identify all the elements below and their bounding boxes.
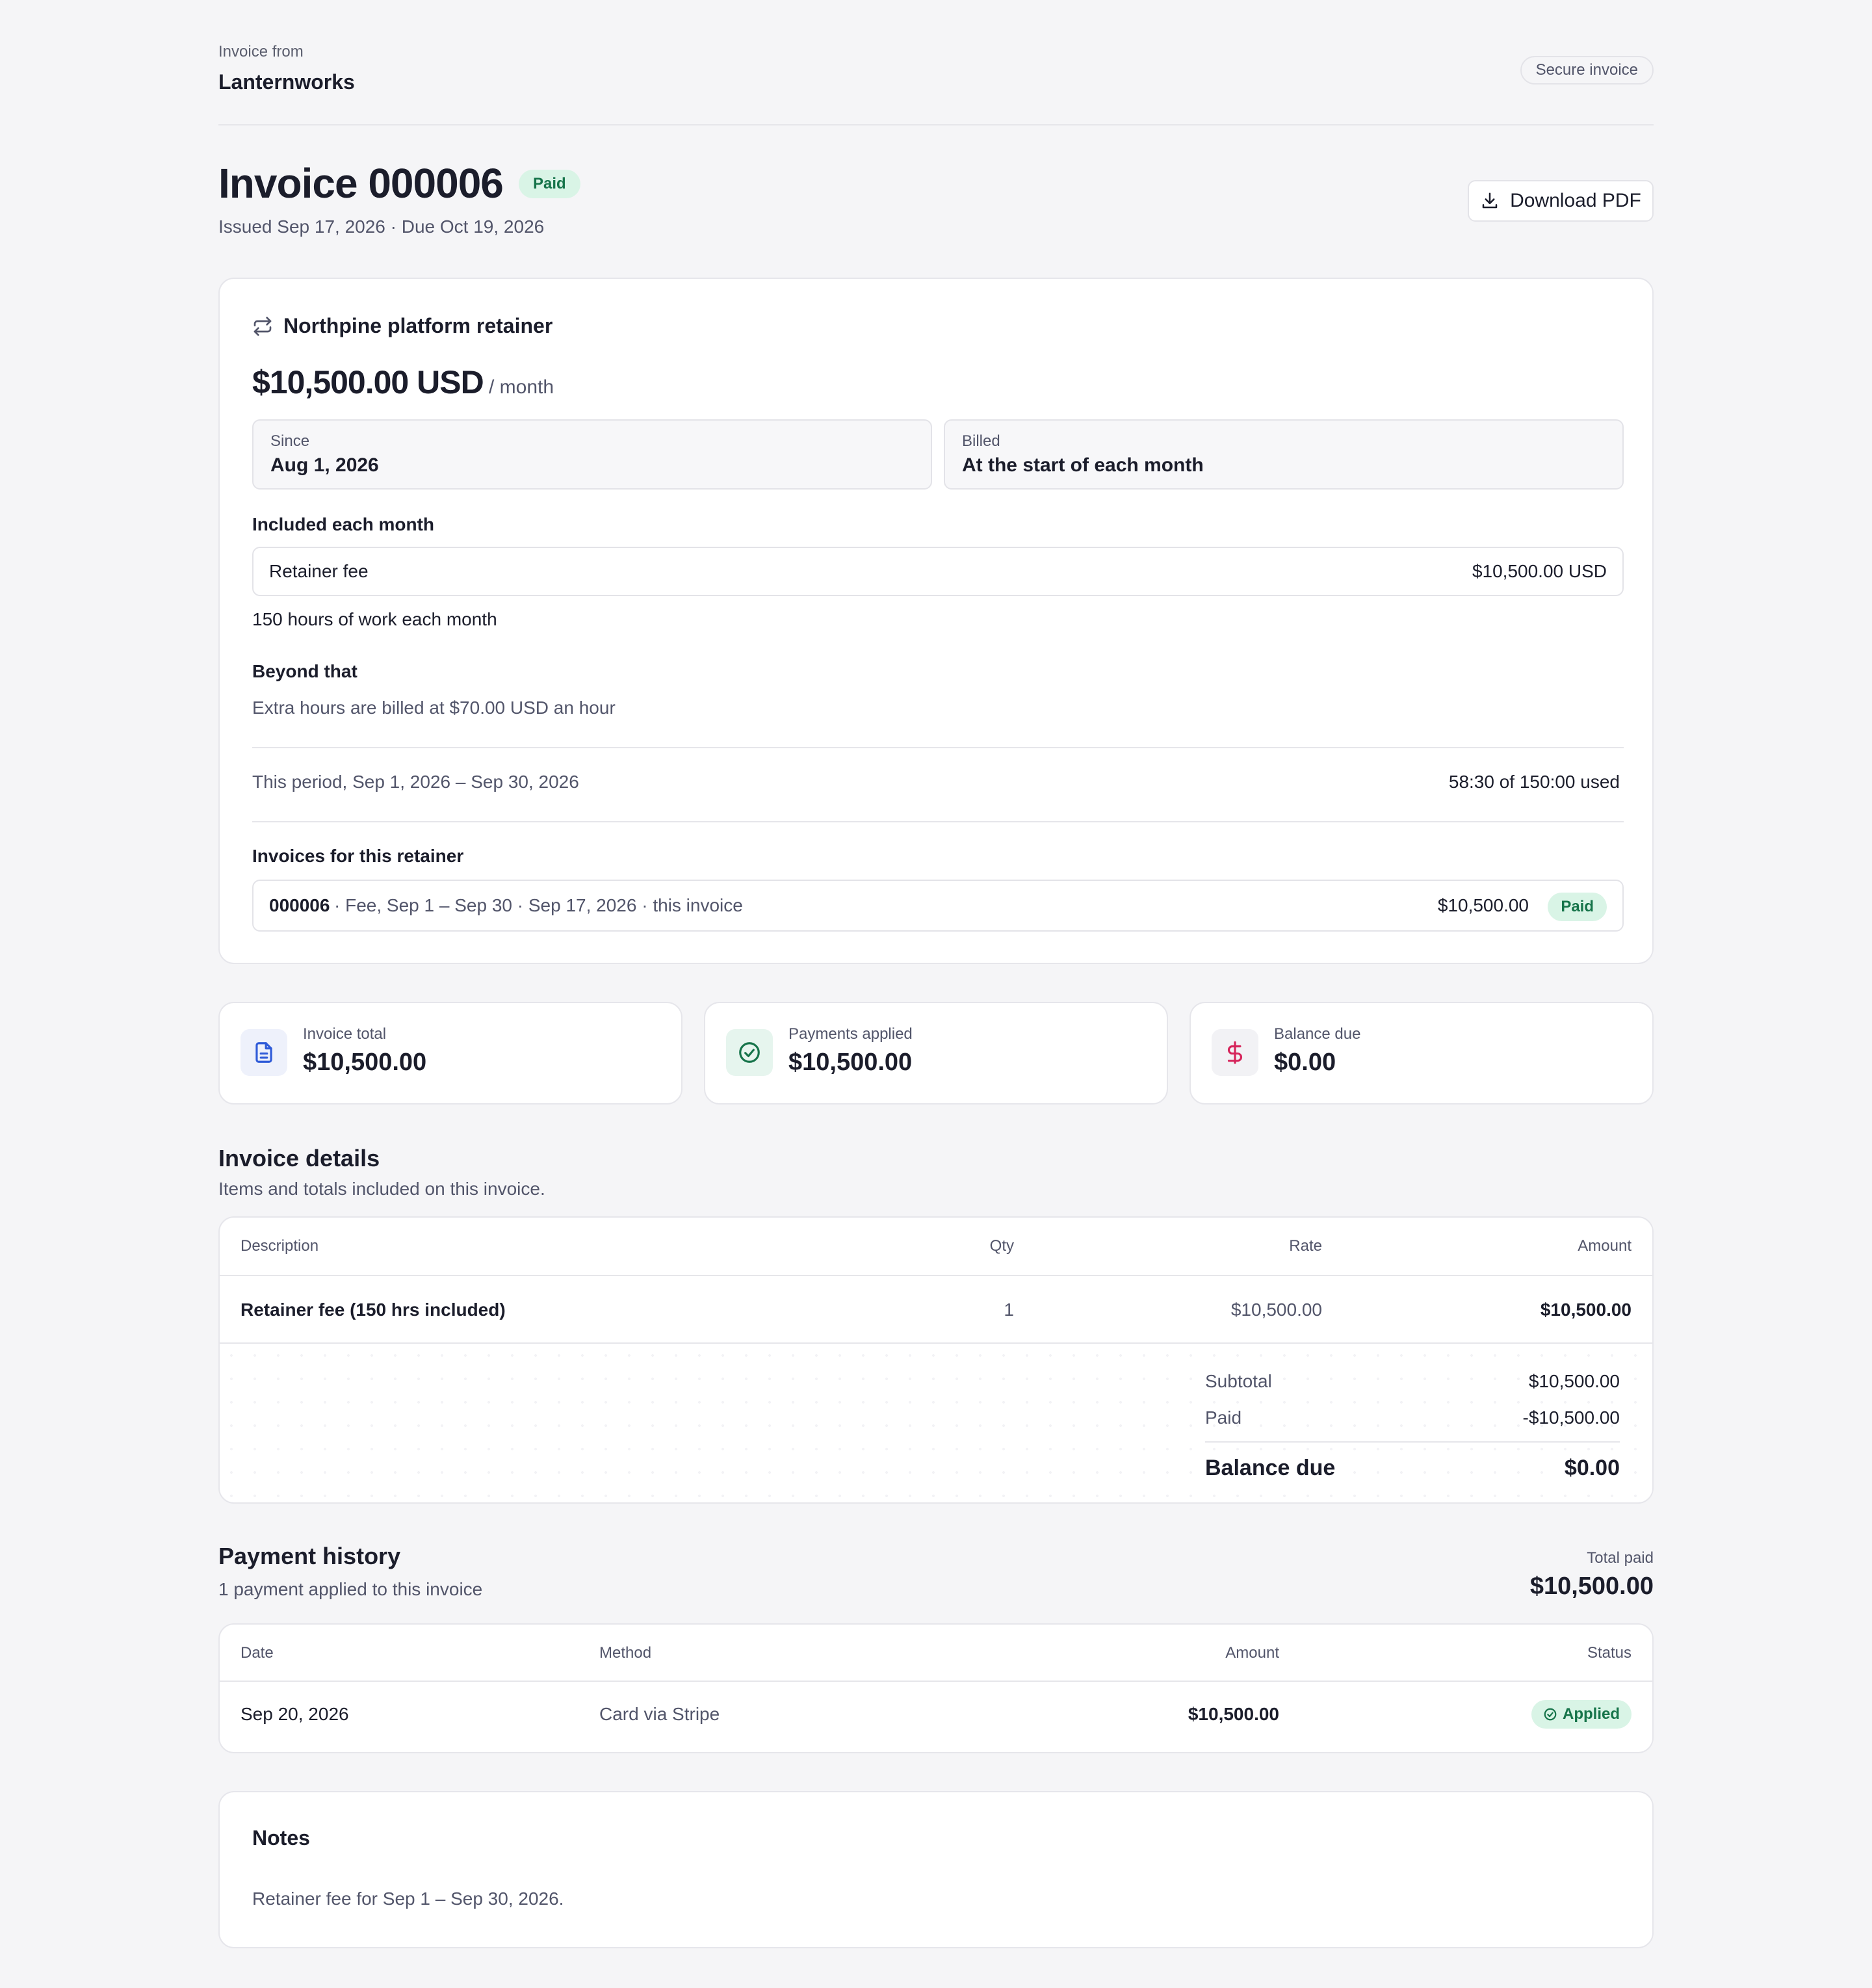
- stat-label: Balance due: [1274, 1025, 1361, 1043]
- invoice-page: Invoice from Lanternworks Secure invoice…: [218, 0, 1654, 1948]
- retainer-invoice-detail: · Fee, Sep 1 – Sep 30 · Sep 17, 2026 · t…: [334, 895, 743, 915]
- status-badge: Paid: [519, 170, 580, 198]
- section-title: Invoice details: [218, 1145, 380, 1171]
- retainer-invoice-amount: $10,500.00: [1437, 895, 1529, 915]
- stat-value: $0.00: [1274, 1049, 1336, 1076]
- download-pdf-button[interactable]: Download PDF: [1468, 180, 1654, 222]
- divider: [220, 1275, 1652, 1276]
- stat-invoice-total: Invoice total $10,500.00: [218, 1002, 682, 1105]
- repeat-icon: [254, 316, 272, 336]
- invoice-details-heading: Invoice details Items and totals include…: [218, 1145, 1654, 1199]
- retainer-price: $10,500.00 USD: [252, 364, 484, 400]
- billed-label: Billed: [962, 432, 1000, 450]
- section-subtitle: Items and totals included on this invoic…: [218, 1179, 545, 1199]
- column-header: Method: [599, 1644, 652, 1662]
- payment-amount: $10,500.00: [1188, 1704, 1279, 1724]
- billed-value: At the start of each month: [962, 454, 1204, 476]
- column-header: Description: [240, 1237, 319, 1255]
- notes-title: Notes: [252, 1826, 310, 1850]
- status-badge: Paid: [1548, 893, 1607, 921]
- since-box: Since Aug 1, 2026: [252, 419, 932, 490]
- balance-due-label: Balance due: [1205, 1456, 1336, 1480]
- retainer-period-unit: / month: [489, 376, 554, 398]
- item-rate: $10,500.00: [1230, 1300, 1322, 1320]
- stat-value: $10,500.00: [788, 1049, 913, 1076]
- paid-label: Paid: [1205, 1407, 1242, 1428]
- check-circle-icon: [726, 1029, 773, 1076]
- sender-name: Lanternworks: [218, 70, 355, 94]
- invoices-label: Invoices for this retainer: [252, 846, 464, 866]
- notes-text: Retainer fee for Sep 1 – Sep 30, 2026.: [252, 1889, 564, 1909]
- issued-due-dates: Issued Sep 17, 2026 · Due Oct 19, 2026: [218, 216, 545, 237]
- retainer-fee-value: $10,500.00 USD: [1472, 561, 1607, 581]
- item-amount: $10,500.00: [1540, 1300, 1632, 1320]
- column-header: Qty: [989, 1237, 1014, 1255]
- item-qty: 1: [1004, 1300, 1014, 1320]
- total-paid-label: Total paid: [1587, 1549, 1654, 1567]
- subtotal-label: Subtotal: [1205, 1371, 1272, 1391]
- download-icon: [1482, 192, 1498, 209]
- billed-box: Billed At the start of each month: [944, 419, 1624, 490]
- payment-history-table: Date Method Amount Status Sep 20, 2026 C…: [218, 1623, 1654, 1753]
- section-subtitle: 1 payment applied to this invoice: [218, 1579, 483, 1599]
- column-header: Amount: [1225, 1644, 1279, 1662]
- summary-stats: Invoice total $10,500.00 Payments applie…: [218, 1002, 1654, 1105]
- divider: [1205, 1441, 1620, 1443]
- column-header: Amount: [1578, 1237, 1632, 1255]
- stat-value: $10,500.00: [303, 1049, 427, 1076]
- subtotal-value: $10,500.00: [1528, 1371, 1620, 1391]
- beyond-label: Beyond that: [252, 661, 358, 681]
- retainer-card: Northpine platform retainer $10,500.00 U…: [218, 278, 1654, 964]
- payment-method: Card via Stripe: [599, 1704, 720, 1724]
- period-label: This period, Sep 1, 2026 – Sep 30, 2026: [252, 772, 579, 792]
- divider: [252, 747, 1624, 748]
- period-usage: 58:30 of 150:00 used: [1448, 772, 1620, 792]
- balance-due-value: $0.00: [1564, 1456, 1620, 1480]
- stat-label: Invoice total: [303, 1025, 387, 1043]
- retainer-fee-label: Retainer fee: [269, 561, 369, 581]
- totals-area: [220, 1344, 1652, 1502]
- column-header: Status: [1587, 1644, 1632, 1662]
- payment-date: Sep 20, 2026: [240, 1704, 349, 1724]
- retainer-fee-row: Retainer fee $10,500.00 USD: [252, 547, 1624, 596]
- included-label: Included each month: [252, 514, 435, 534]
- dollar-icon: [1212, 1029, 1258, 1076]
- invoice-header: Invoice from Lanternworks Secure invoice: [218, 0, 1654, 125]
- invoice-details-table: Description Qty Rate Amount Retainer fee…: [218, 1216, 1654, 1504]
- divider: [252, 821, 1624, 822]
- download-pdf-label: Download PDF: [1510, 190, 1641, 211]
- stat-payments-applied: Payments applied $10,500.00: [704, 1002, 1168, 1105]
- page-title: Invoice 000006: [218, 160, 504, 207]
- retainer-name: Northpine platform retainer: [283, 314, 553, 337]
- retainer-invoice-number: 000006: [269, 895, 330, 915]
- since-value: Aug 1, 2026: [270, 454, 379, 476]
- hours-note: 150 hours of work each month: [252, 609, 497, 629]
- beyond-note: Extra hours are billed at $70.00 USD an …: [252, 698, 616, 718]
- payment-history-heading: Payment history 1 payment applied to thi…: [218, 1543, 1654, 1606]
- paid-value: -$10,500.00: [1522, 1407, 1620, 1428]
- check-circle-icon: [1544, 1708, 1557, 1721]
- document-icon: [240, 1029, 287, 1076]
- stat-label: Payments applied: [788, 1025, 913, 1043]
- section-title: Payment history: [218, 1543, 401, 1569]
- column-header: Date: [240, 1644, 274, 1662]
- payment-status: Applied: [1563, 1705, 1620, 1723]
- title-row: Invoice 000006 Paid Issued Sep 17, 2026 …: [218, 125, 1654, 278]
- since-label: Since: [270, 432, 310, 450]
- stat-balance-due: Balance due $0.00: [1190, 1002, 1654, 1105]
- column-header: Rate: [1289, 1237, 1322, 1255]
- invoice-from-label: Invoice from: [218, 43, 304, 60]
- status-badge: Applied: [1531, 1700, 1632, 1729]
- item-description: Retainer fee (150 hrs included): [240, 1300, 506, 1320]
- retainer-invoice-row[interactable]: 000006 · Fee, Sep 1 – Sep 30 · Sep 17, 2…: [252, 880, 1624, 932]
- total-paid-value: $10,500.00: [1529, 1573, 1654, 1600]
- secure-invoice-badge: Secure invoice: [1520, 56, 1654, 85]
- divider: [220, 1681, 1652, 1682]
- retainer-heading: Northpine platform retainer: [252, 314, 552, 338]
- notes-card: Notes Retainer fee for Sep 1 – Sep 30, 2…: [218, 1791, 1654, 1948]
